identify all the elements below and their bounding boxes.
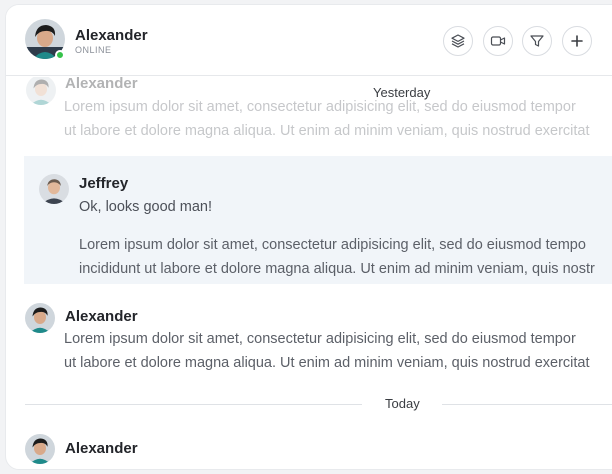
online-indicator	[55, 50, 65, 60]
layers-icon	[450, 33, 466, 49]
message-text: Lorem ipsum dolor sit amet, consectetur …	[64, 331, 576, 347]
avatar	[25, 303, 55, 333]
message-text: ut labore et dolore magna aliqua. Ut eni…	[64, 123, 590, 139]
message-text: ut labore et dolore magna aliqua. Ut eni…	[64, 355, 590, 371]
filter-button[interactable]	[522, 26, 552, 56]
avatar[interactable]	[25, 19, 65, 60]
message-text: incididunt ut labore et dolore magna ali…	[79, 261, 595, 277]
message-sender: Jeffrey	[79, 175, 129, 192]
chat-window: Alexander ONLINE Alexander Lorem ipsum d…	[5, 4, 612, 470]
divider	[25, 404, 362, 405]
message-text: Lorem ipsum dolor sit amet, consectetur …	[79, 237, 586, 253]
chat-header: Alexander ONLINE	[6, 5, 612, 76]
message-text: Lorem ipsum dolor sit amet, consectetur …	[64, 99, 576, 115]
contact-name: Alexander	[75, 27, 148, 44]
avatar	[25, 434, 55, 464]
message-sender: Alexander	[65, 440, 138, 457]
message-list[interactable]: Alexander Lorem ipsum dolor sit amet, co…	[6, 77, 612, 469]
message-sender: Alexander	[65, 77, 138, 92]
avatar	[39, 174, 69, 204]
avatar	[26, 77, 56, 105]
day-separator-yesterday: Yesterday	[373, 85, 431, 100]
message-sender: Alexander	[65, 308, 138, 325]
message-text: Ok, looks good man!	[79, 199, 212, 215]
contact-status: ONLINE	[75, 45, 112, 55]
divider	[442, 404, 612, 405]
video-icon	[490, 33, 506, 49]
day-separator-today: Today	[377, 396, 428, 411]
layers-button[interactable]	[443, 26, 473, 56]
filter-icon	[529, 33, 545, 49]
message-faded: Alexander Lorem ipsum dolor sit amet, co…	[6, 77, 612, 147]
video-call-button[interactable]	[483, 26, 513, 56]
plus-icon	[570, 34, 584, 48]
add-button[interactable]	[562, 26, 592, 56]
